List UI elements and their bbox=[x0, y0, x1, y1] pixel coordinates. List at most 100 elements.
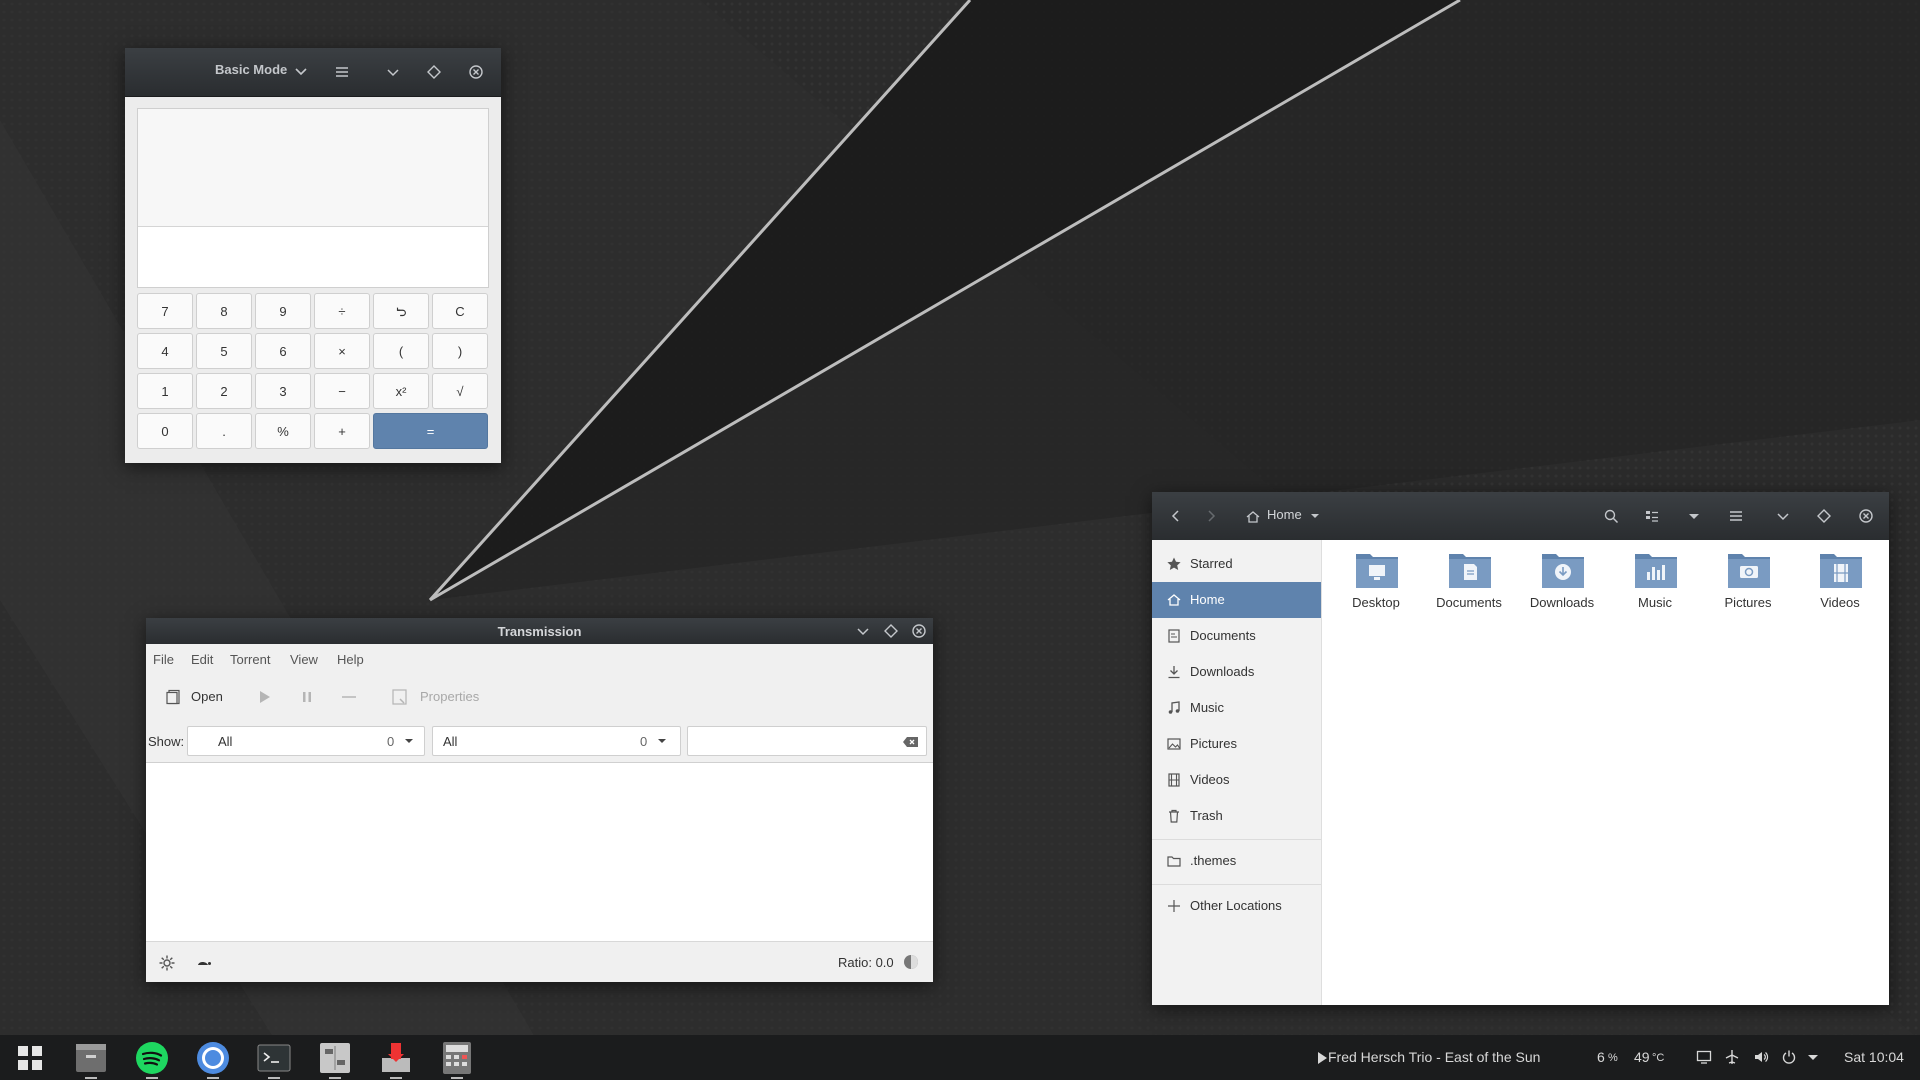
display-icon[interactable] bbox=[1696, 1049, 1712, 1065]
turtle-icon[interactable] bbox=[195, 954, 213, 972]
key-7[interactable]: 7 bbox=[137, 293, 193, 329]
key-4[interactable]: 4 bbox=[137, 333, 193, 369]
maximize-icon[interactable] bbox=[423, 61, 445, 83]
sidebar-item-trash[interactable]: Trash bbox=[1152, 798, 1321, 834]
forward-icon[interactable] bbox=[1200, 505, 1222, 527]
maximize-icon[interactable] bbox=[1813, 505, 1835, 527]
key-square[interactable]: x² bbox=[373, 373, 429, 409]
minimize-icon[interactable] bbox=[852, 620, 874, 642]
key-open-paren[interactable]: ( bbox=[373, 333, 429, 369]
properties-button[interactable]: Properties bbox=[420, 689, 479, 704]
menu-file[interactable]: File bbox=[153, 652, 174, 667]
ratio-icon[interactable] bbox=[902, 953, 920, 971]
chevron-down-icon[interactable] bbox=[291, 61, 311, 81]
running-indicator bbox=[329, 1077, 341, 1079]
close-icon[interactable] bbox=[1855, 505, 1877, 527]
calculator-icon[interactable] bbox=[439, 1040, 475, 1076]
sidebar-item-other-locations[interactable]: Other Locations bbox=[1152, 888, 1321, 924]
chevron-down-icon[interactable] bbox=[1805, 1049, 1821, 1065]
sidebar-item-music[interactable]: Music bbox=[1152, 690, 1321, 726]
key-3[interactable]: 3 bbox=[255, 373, 311, 409]
folder-desktop[interactable]: Desktop bbox=[1330, 550, 1422, 620]
open-icon[interactable] bbox=[166, 689, 182, 705]
chromium-icon[interactable] bbox=[195, 1040, 231, 1076]
properties-icon[interactable] bbox=[391, 688, 409, 706]
folder-videos[interactable]: Videos bbox=[1794, 550, 1886, 620]
airplane-mode-icon[interactable] bbox=[1724, 1049, 1740, 1065]
pause-icon[interactable] bbox=[298, 688, 316, 706]
sidebar-item-starred[interactable]: Starred bbox=[1152, 546, 1321, 582]
key-multiply[interactable]: × bbox=[314, 333, 370, 369]
key-subtract[interactable]: − bbox=[314, 373, 370, 409]
key-1[interactable]: 1 bbox=[137, 373, 193, 409]
menu-view[interactable]: View bbox=[290, 652, 318, 667]
view-mode-icon[interactable] bbox=[1641, 505, 1663, 527]
sidebar-item-documents[interactable]: Documents bbox=[1152, 618, 1321, 654]
now-playing-label[interactable]: Fred Hersch Trio - East of the Sun bbox=[1328, 1049, 1540, 1065]
key-divide[interactable]: ÷ bbox=[314, 293, 370, 329]
minimize-icon[interactable] bbox=[1772, 505, 1794, 527]
sidebar-item-videos[interactable]: Videos bbox=[1152, 762, 1321, 798]
clock[interactable]: Sat 10:04 bbox=[1844, 1049, 1904, 1065]
key-clear[interactable]: C bbox=[432, 293, 488, 329]
folder-pictures[interactable]: Pictures bbox=[1702, 550, 1794, 620]
remove-icon[interactable] bbox=[340, 688, 358, 706]
folder-downloads[interactable]: Downloads bbox=[1516, 550, 1608, 620]
folder-documents[interactable]: Documents bbox=[1423, 550, 1515, 620]
menu-torrent[interactable]: Torrent bbox=[230, 652, 270, 667]
view-options-arrow-icon[interactable] bbox=[1683, 505, 1705, 527]
search-input[interactable] bbox=[687, 726, 927, 756]
clear-text-icon[interactable] bbox=[902, 734, 920, 750]
key-equals[interactable]: = bbox=[373, 413, 488, 449]
key-percent[interactable]: % bbox=[255, 413, 311, 449]
sidebar-item-themes[interactable]: .themes bbox=[1152, 843, 1321, 879]
settings-icon[interactable] bbox=[317, 1040, 353, 1076]
key-add[interactable]: + bbox=[314, 413, 370, 449]
menu-icon[interactable] bbox=[1725, 505, 1747, 527]
key-9[interactable]: 9 bbox=[255, 293, 311, 329]
minimize-icon[interactable] bbox=[382, 61, 404, 83]
key-5[interactable]: 5 bbox=[196, 333, 252, 369]
close-icon[interactable] bbox=[908, 620, 930, 642]
gear-icon[interactable] bbox=[158, 954, 176, 972]
category-filter-combo[interactable]: All 0 bbox=[432, 726, 681, 756]
open-button[interactable]: Open bbox=[191, 689, 223, 704]
close-icon[interactable] bbox=[465, 61, 487, 83]
running-indicator bbox=[85, 1077, 97, 1079]
sidebar-item-downloads[interactable]: Downloads bbox=[1152, 654, 1321, 690]
files-icon[interactable] bbox=[73, 1040, 109, 1076]
menu-help[interactable]: Help bbox=[337, 652, 364, 667]
power-icon[interactable] bbox=[1781, 1049, 1797, 1065]
ratio-label[interactable]: Ratio: 0.0 bbox=[838, 955, 894, 970]
key-decimal[interactable]: . bbox=[196, 413, 252, 449]
dropdown-arrow-icon[interactable] bbox=[1308, 509, 1322, 523]
torrent-list[interactable] bbox=[146, 763, 933, 941]
folder-music[interactable]: Music bbox=[1609, 550, 1701, 620]
mode-selector-label[interactable]: Basic Mode bbox=[215, 62, 287, 77]
status-bar: Ratio: 0.0 bbox=[146, 941, 933, 982]
sidebar-item-home[interactable]: Home bbox=[1152, 582, 1321, 618]
menu-icon[interactable] bbox=[331, 61, 353, 83]
key-8[interactable]: 8 bbox=[196, 293, 252, 329]
play-icon[interactable] bbox=[255, 688, 273, 706]
menu-edit[interactable]: Edit bbox=[191, 652, 213, 667]
videos-folder-icon bbox=[1820, 554, 1862, 588]
maximize-icon[interactable] bbox=[880, 620, 902, 642]
undo-button[interactable] bbox=[373, 293, 429, 329]
key-0[interactable]: 0 bbox=[137, 413, 193, 449]
app-grid-icon[interactable] bbox=[12, 1040, 48, 1076]
location-button[interactable]: Home bbox=[1267, 507, 1302, 522]
terminal-icon[interactable] bbox=[256, 1040, 292, 1076]
key-sqrt[interactable]: √ bbox=[432, 373, 488, 409]
volume-icon[interactable] bbox=[1753, 1049, 1769, 1065]
sidebar-item-pictures[interactable]: Pictures bbox=[1152, 726, 1321, 762]
key-close-paren[interactable]: ) bbox=[432, 333, 488, 369]
key-6[interactable]: 6 bbox=[255, 333, 311, 369]
back-icon[interactable] bbox=[1165, 505, 1187, 527]
transmission-icon[interactable] bbox=[378, 1040, 414, 1076]
spotify-icon[interactable] bbox=[134, 1040, 170, 1076]
activity-filter-combo[interactable]: All 0 bbox=[187, 726, 425, 756]
search-icon[interactable] bbox=[1600, 505, 1622, 527]
key-2[interactable]: 2 bbox=[196, 373, 252, 409]
folder-view[interactable]: Desktop Documents Downloads Music Pictur… bbox=[1322, 540, 1889, 1005]
